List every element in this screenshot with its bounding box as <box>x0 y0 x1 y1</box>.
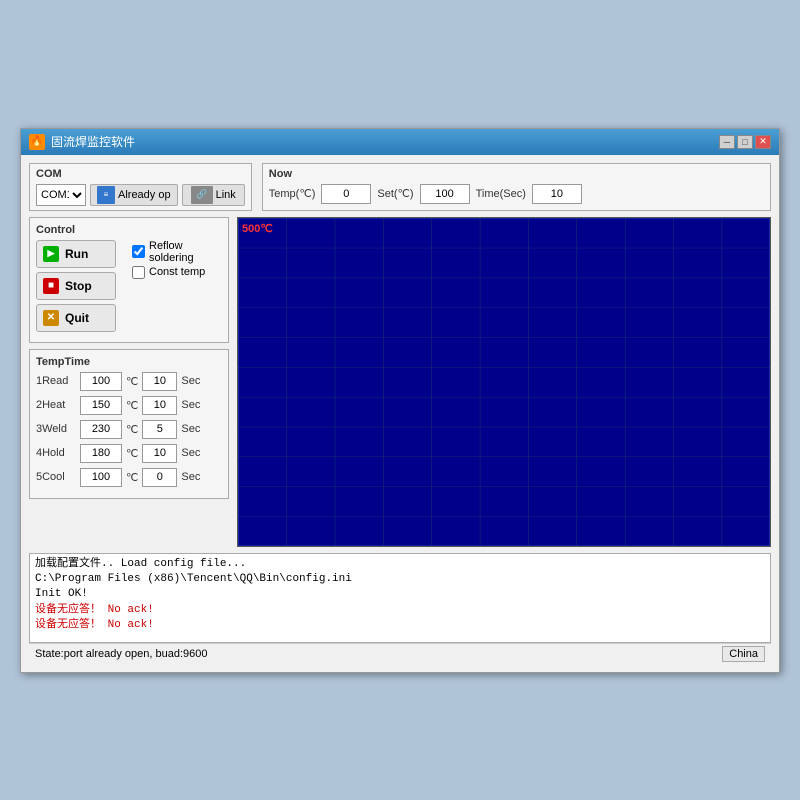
log-line-5: 设备无应答！ No ack! <box>35 618 765 633</box>
temp-row-time-input-1[interactable] <box>142 372 177 391</box>
titlebar-left: 🔥 固流焊监控软件 <box>29 133 135 150</box>
stop-icon <box>43 278 59 294</box>
temp-row-id-1: 1Read <box>36 375 76 387</box>
com-label: COM <box>36 168 245 180</box>
log-box: 加载配置文件.. Load config file...C:\Program F… <box>29 553 771 643</box>
log-line-1: 加载配置文件.. Load config file... <box>35 557 765 572</box>
temp-time-label: TempTime <box>36 356 222 368</box>
chart-grid-svg <box>238 218 770 546</box>
reflow-checkbox-row: Reflow soldering <box>132 240 222 264</box>
quit-label: Quit <box>65 311 89 325</box>
temp-row-unit-5: ℃ <box>126 471 138 484</box>
temp-value-input[interactable] <box>321 184 371 204</box>
temp-row-temp-input-3[interactable] <box>80 420 122 439</box>
temp-row-time-input-3[interactable] <box>142 420 177 439</box>
temp-row-time-input-2[interactable] <box>142 396 177 415</box>
temp-row-unit-2: ℃ <box>126 399 138 412</box>
options-col: Reflow soldering Const temp <box>132 240 222 279</box>
content: COM COM1 COM2 COM3 ≡ Already op 🔗 Link <box>21 155 779 672</box>
temp-row-id-3: 3Weld <box>36 423 76 435</box>
top-row: COM COM1 COM2 COM3 ≡ Already op 🔗 Link <box>29 163 771 211</box>
run-label: Run <box>65 247 88 261</box>
now-section: Now Temp(℃) Set(℃) Time(Sec) <box>262 163 771 211</box>
already-open-button[interactable]: ≡ Already op <box>90 184 178 206</box>
log-line-4: 设备无应答！ No ack! <box>35 603 765 618</box>
set-value-input[interactable] <box>420 184 470 204</box>
link-button[interactable]: 🔗 Link <box>182 184 245 206</box>
temp-row-id-2: 2Heat <box>36 399 76 411</box>
titlebar-controls: ─ □ ✕ <box>719 135 771 149</box>
temp-row-id-5: 5Cool <box>36 471 76 483</box>
run-button[interactable]: Run <box>36 240 116 268</box>
quit-button[interactable]: Quit <box>36 304 116 332</box>
temp-row-unit-1: ℃ <box>126 375 138 388</box>
china-button[interactable]: China <box>722 646 765 662</box>
already-label: Already op <box>118 189 171 201</box>
chart-area: 500℃ <box>237 217 771 547</box>
run-icon <box>43 246 59 262</box>
temp-row-unit-4: ℃ <box>126 447 138 460</box>
temp-row-time-unit-5: Sec <box>181 471 200 483</box>
ctrl-buttons: Run Stop Quit <box>36 240 116 336</box>
control-label: Control <box>36 224 222 236</box>
temp-row-temp-input-1[interactable] <box>80 372 122 391</box>
temp-row-temp-input-4[interactable] <box>80 444 122 463</box>
temp-time-row-1: 1Read ℃ Sec <box>36 372 222 391</box>
temp-time-section: TempTime 1Read ℃ Sec 2Heat ℃ Sec 3Weld ℃… <box>29 349 229 499</box>
time-value-input[interactable] <box>532 184 582 204</box>
log-line-2: C:\Program Files (x86)\Tencent\QQ\Bin\co… <box>35 572 765 587</box>
temp-row-time-input-4[interactable] <box>142 444 177 463</box>
now-label: Now <box>269 168 764 180</box>
left-panel: Control Run Stop <box>29 217 229 547</box>
temp-time-row-4: 4Hold ℃ Sec <box>36 444 222 463</box>
minimize-button[interactable]: ─ <box>719 135 735 149</box>
quit-icon <box>43 310 59 326</box>
temp-row-unit-3: ℃ <box>126 423 138 436</box>
temp-row-temp-input-5[interactable] <box>80 468 122 487</box>
log-line-3: Init OK! <box>35 587 765 602</box>
temp-time-row-2: 2Heat ℃ Sec <box>36 396 222 415</box>
const-temp-label: Const temp <box>149 266 205 278</box>
reflow-label: Reflow soldering <box>149 240 222 264</box>
status-bar: State:port already open, buad:9600 China <box>29 643 771 664</box>
com-port-select[interactable]: COM1 COM2 COM3 <box>36 184 86 206</box>
log-lines: 加载配置文件.. Load config file...C:\Program F… <box>35 557 765 634</box>
temp-label: Temp(℃) <box>269 187 316 200</box>
temp-row-time-unit-4: Sec <box>181 447 200 459</box>
chart-500-label: 500℃ <box>242 222 273 235</box>
window-title: 固流焊监控软件 <box>51 133 135 150</box>
time-sec-label: Time(Sec) <box>476 188 526 200</box>
titlebar: 🔥 固流焊监控软件 ─ □ ✕ <box>21 129 779 155</box>
temp-row-time-unit-1: Sec <box>181 375 200 387</box>
temp-row-id-4: 4Hold <box>36 447 76 459</box>
bottom-area: 加载配置文件.. Load config file...C:\Program F… <box>29 553 771 664</box>
temp-time-row-3: 3Weld ℃ Sec <box>36 420 222 439</box>
control-section: Control Run Stop <box>29 217 229 343</box>
const-temp-checkbox[interactable] <box>132 266 145 279</box>
temp-row-time-input-5[interactable] <box>142 468 177 487</box>
main-window: 🔥 固流焊监控软件 ─ □ ✕ COM COM1 COM2 COM3 <box>20 128 780 673</box>
stop-label: Stop <box>65 279 92 293</box>
status-text: State:port already open, buad:9600 <box>35 648 207 660</box>
com-row: COM1 COM2 COM3 ≡ Already op 🔗 Link <box>36 184 245 206</box>
link-label: Link <box>216 189 236 201</box>
com-section: COM COM1 COM2 COM3 ≡ Already op 🔗 Link <box>29 163 252 211</box>
temp-row-time-unit-3: Sec <box>181 423 200 435</box>
link-icon: 🔗 <box>191 186 213 204</box>
now-row: Temp(℃) Set(℃) Time(Sec) <box>269 184 764 204</box>
const-temp-checkbox-row: Const temp <box>132 266 222 279</box>
control-inner: Run Stop Quit <box>36 240 222 336</box>
main-area: Control Run Stop <box>29 217 771 547</box>
temp-time-rows: 1Read ℃ Sec 2Heat ℃ Sec 3Weld ℃ Sec 4Hol… <box>36 372 222 487</box>
close-button[interactable]: ✕ <box>755 135 771 149</box>
reflow-checkbox[interactable] <box>132 245 145 258</box>
already-icon: ≡ <box>97 186 115 204</box>
temp-time-row-5: 5Cool ℃ Sec <box>36 468 222 487</box>
restore-button[interactable]: □ <box>737 135 753 149</box>
temp-row-time-unit-2: Sec <box>181 399 200 411</box>
stop-button[interactable]: Stop <box>36 272 116 300</box>
app-icon: 🔥 <box>29 134 45 150</box>
set-label: Set(℃) <box>377 187 413 200</box>
temp-row-temp-input-2[interactable] <box>80 396 122 415</box>
